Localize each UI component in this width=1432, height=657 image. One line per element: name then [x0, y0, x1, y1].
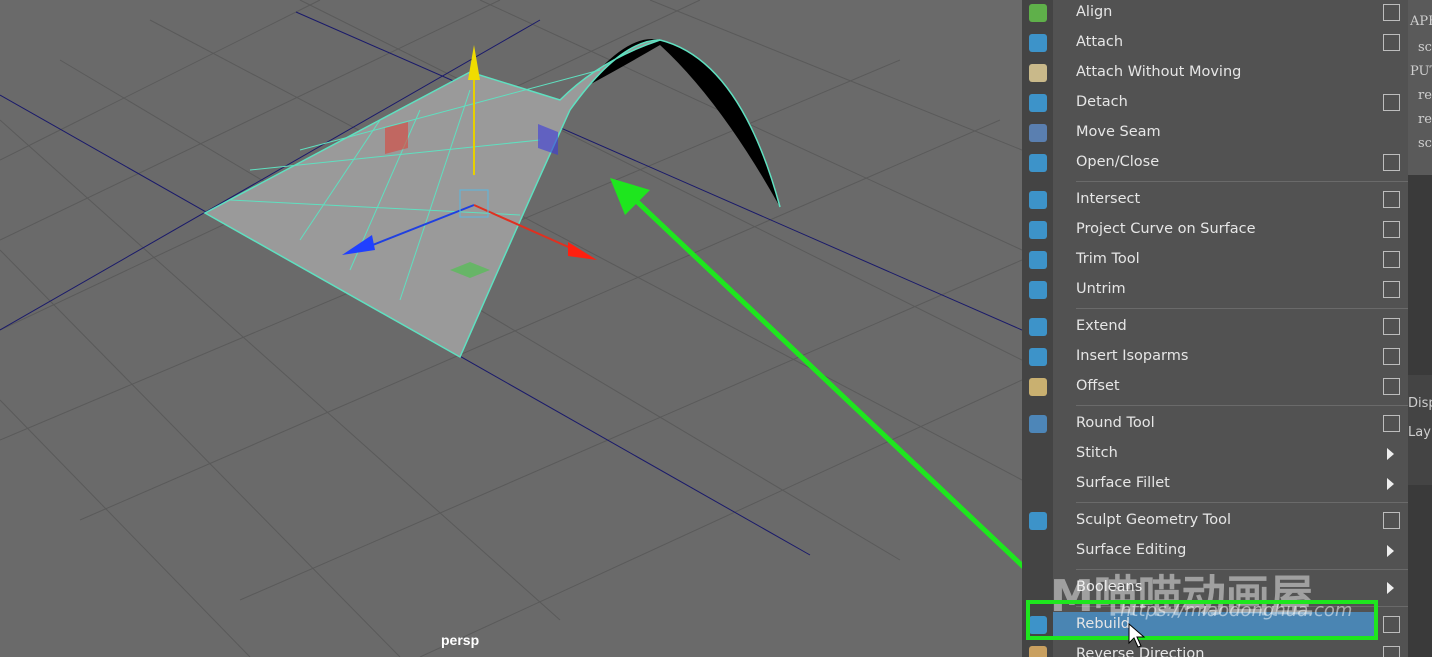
untrim-icon [1029, 281, 1047, 299]
menu-separator [1022, 178, 1408, 185]
menu-separator [1022, 402, 1408, 409]
submenu-arrow-icon [1387, 582, 1394, 594]
surfaces-edit-menu: Align Attach Attach Without Moving Detach Mo… [1022, 0, 1408, 657]
menu-item-project-curve-on-surface[interactable]: Project Curve on Surface [1022, 215, 1408, 245]
menu-item-offset[interactable]: Offset [1022, 372, 1408, 402]
option-box-icon[interactable] [1383, 251, 1400, 268]
round-tool-icon [1029, 415, 1047, 433]
menu-item-label: Surface Fillet [1076, 475, 1170, 491]
menu-item-label: Stitch [1076, 445, 1118, 461]
display-tab[interactable]: Disp [1408, 396, 1432, 411]
option-box-icon[interactable] [1383, 378, 1400, 395]
menu-item-intersect[interactable]: Intersect [1022, 185, 1408, 215]
move-x-arrow-icon [568, 242, 597, 260]
annotation-arrow [628, 193, 1022, 569]
option-box-icon[interactable] [1383, 154, 1400, 171]
menu-item-attach[interactable]: Attach [1022, 28, 1408, 58]
option-box-icon[interactable] [1383, 4, 1400, 21]
option-box-icon[interactable] [1383, 512, 1400, 529]
menu-item-label: Round Tool [1076, 415, 1155, 431]
detach-icon [1029, 94, 1047, 112]
menu-item-align[interactable]: Align [1022, 0, 1408, 28]
menu-item-label: Untrim [1076, 281, 1126, 297]
menu-item-surface-fillet[interactable]: Surface Fillet [1022, 469, 1408, 499]
right-side-panel: APE sc PUT re re sc Disp Lay [1408, 0, 1432, 657]
menu-separator [1022, 499, 1408, 506]
menu-item-stitch[interactable]: Stitch [1022, 439, 1408, 469]
camera-label: persp [441, 632, 480, 648]
menu-item-reverse-direction[interactable]: Reverse Direction [1022, 640, 1408, 657]
code-line: APE [1410, 14, 1432, 29]
menu-item-round-tool[interactable]: Round Tool [1022, 409, 1408, 439]
code-line: re [1418, 88, 1432, 103]
option-box-icon[interactable] [1383, 191, 1400, 208]
option-box-icon[interactable] [1383, 221, 1400, 238]
menu-item-untrim[interactable]: Untrim [1022, 275, 1408, 305]
option-box-icon[interactable] [1383, 348, 1400, 365]
menu-item-sculpt-geometry-tool[interactable]: Sculpt Geometry Tool [1022, 506, 1408, 536]
menu-item-trim-tool[interactable]: Trim Tool [1022, 245, 1408, 275]
menu-item-label: Sculpt Geometry Tool [1076, 512, 1231, 528]
option-box-icon[interactable] [1383, 94, 1400, 111]
intersect-icon [1029, 191, 1047, 209]
option-box-icon[interactable] [1383, 415, 1400, 432]
menu-item-label: Trim Tool [1076, 251, 1140, 267]
menu-item-label: Attach [1076, 34, 1124, 50]
menu-item-label: Offset [1076, 378, 1120, 394]
menu-item-extend[interactable]: Extend [1022, 312, 1408, 342]
menu-list: Align Attach Attach Without Moving Detach Mo… [1022, 0, 1408, 657]
menu-item-open-close[interactable]: Open/Close [1022, 148, 1408, 178]
menu-item-label: Extend [1076, 318, 1127, 334]
attach-icon [1029, 34, 1047, 52]
menu-item-detach[interactable]: Detach [1022, 88, 1408, 118]
extend-icon [1029, 318, 1047, 336]
menu-item-label: Move Seam [1076, 124, 1161, 140]
project-curve-icon [1029, 221, 1047, 239]
annotation-highlight-box [1026, 600, 1378, 640]
script-editor-output: APE sc PUT re re sc [1408, 0, 1432, 175]
code-line: PUT [1410, 64, 1432, 79]
code-line: sc [1418, 40, 1432, 55]
menu-item-label: Project Curve on Surface [1076, 221, 1256, 237]
option-box-icon[interactable] [1383, 34, 1400, 51]
sculpt-geometry-icon [1029, 512, 1047, 530]
menu-item-label: Attach Without Moving [1076, 64, 1242, 80]
menu-item-label: Intersect [1076, 191, 1141, 207]
insert-isoparms-icon [1029, 348, 1047, 366]
mouse-cursor-icon [1128, 623, 1146, 648]
submenu-arrow-icon [1387, 448, 1394, 460]
move-seam-icon [1029, 124, 1047, 142]
submenu-arrow-icon [1387, 545, 1394, 557]
align-icon [1029, 4, 1047, 22]
trim-tool-icon [1029, 251, 1047, 269]
menu-item-move-seam[interactable]: Move Seam [1022, 118, 1408, 148]
nurbs-surface [203, 39, 661, 359]
reverse-direction-icon [1029, 646, 1047, 657]
option-box-icon[interactable] [1383, 646, 1400, 657]
option-box-icon[interactable] [1383, 281, 1400, 298]
menu-item-label: Detach [1076, 94, 1128, 110]
menu-item-label: Align [1076, 4, 1113, 20]
menu-item-label: Surface Editing [1076, 542, 1187, 558]
code-line: sc [1418, 136, 1432, 151]
submenu-arrow-icon [1387, 478, 1394, 490]
option-box-icon[interactable] [1383, 318, 1400, 335]
code-line: re [1418, 112, 1432, 127]
perspective-viewport[interactable]: persp [0, 0, 1022, 657]
open-close-icon [1029, 154, 1047, 172]
layers-tab[interactable]: Lay [1408, 425, 1431, 440]
option-box-icon[interactable] [1383, 616, 1400, 633]
menu-separator [1022, 305, 1408, 312]
menu-item-label: Open/Close [1076, 154, 1160, 170]
attach-without-moving-icon [1029, 64, 1047, 82]
menu-item-label: Insert Isoparms [1076, 348, 1189, 364]
viewport-scene [0, 0, 1022, 657]
offset-icon [1029, 378, 1047, 396]
menu-item-insert-isoparms[interactable]: Insert Isoparms [1022, 342, 1408, 372]
menu-item-attach-without-moving[interactable]: Attach Without Moving [1022, 58, 1408, 88]
move-y-arrow-icon [468, 45, 480, 80]
